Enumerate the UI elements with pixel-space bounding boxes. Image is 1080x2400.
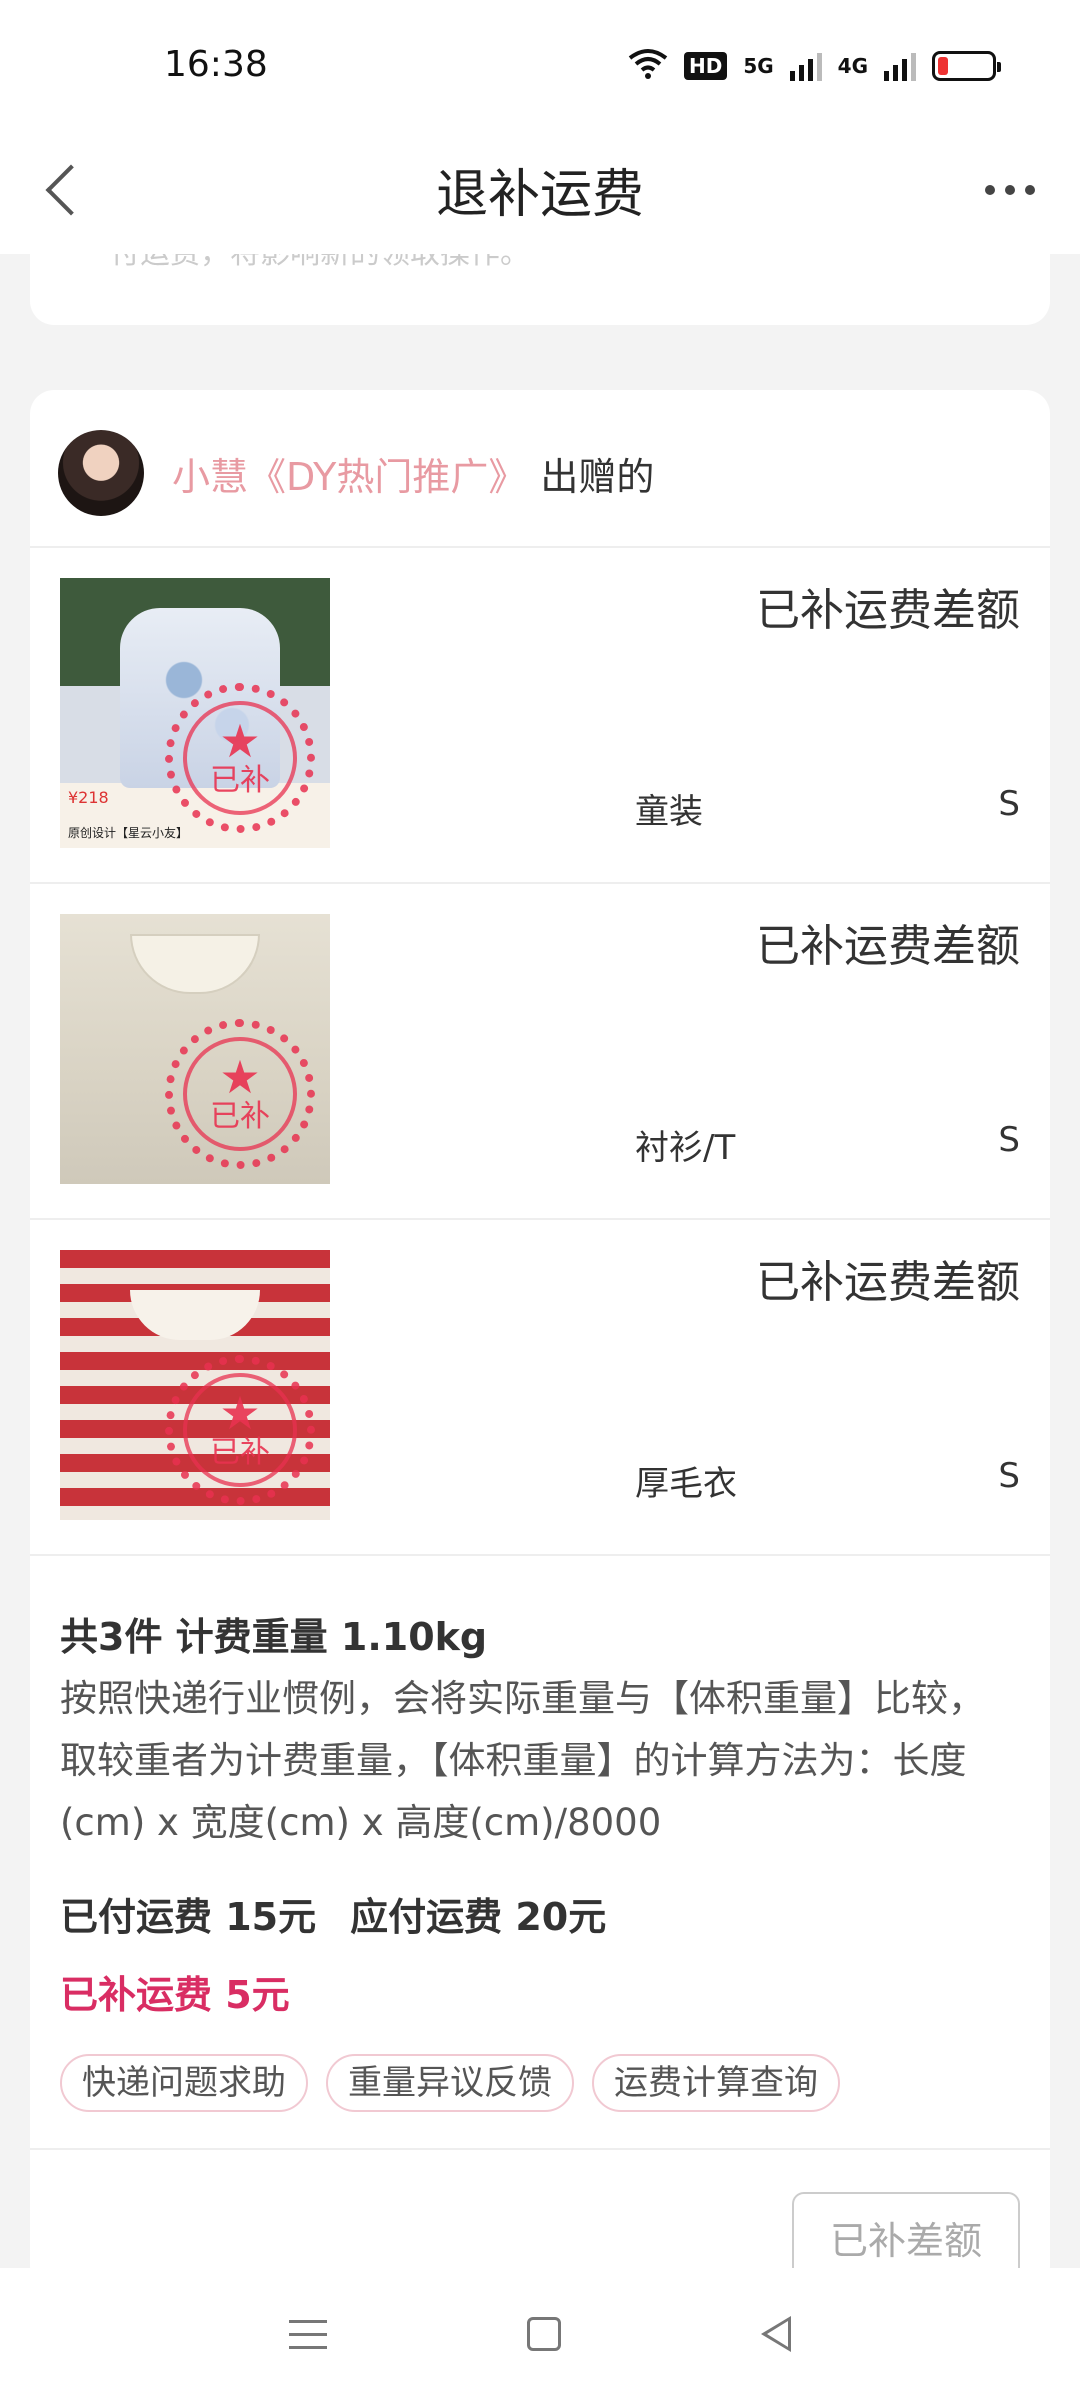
status-bar: 16:38 HD 5G 4G [0, 0, 1080, 130]
item-status: 已补运费差额 [756, 585, 1020, 636]
fee-calc-chip[interactable]: 运费计算查询 [592, 2054, 840, 2112]
refund-fee: 已补运费 5元 [60, 1973, 290, 2017]
stamp-icon: ★ 已补 [165, 683, 315, 833]
item-size: S [998, 1456, 1020, 1496]
thumb-price: ¥218 [68, 788, 109, 807]
giver-name-text: 小慧《DY热门推广》 [172, 455, 527, 499]
stamp-icon: ★ 已补 [165, 1355, 315, 1505]
product-image: ¥218 原创设计【星云小友】 ★ 已补 [60, 578, 330, 848]
hd-voice-icon: HD [683, 52, 728, 80]
thumb-caption: 原创设计【星云小友】 [68, 826, 189, 840]
app-header: 退补运费 [0, 130, 1080, 254]
fee-summary: 共3件 计费重量 1.10kg 按照快递行业惯例，会将实际重量与【体积重量】比较… [30, 1556, 1050, 2150]
status-time: 16:38 [164, 44, 268, 85]
product-image: ★ 已补 [60, 1250, 330, 1520]
giver-suffix: 出赠的 [540, 455, 655, 499]
back-triangle-icon[interactable] [761, 2316, 791, 2352]
status-icons: HD 5G 4G [628, 46, 1001, 86]
item-status: 已补运费差额 [756, 921, 1020, 972]
network-4g-label: 4G [837, 54, 868, 78]
more-dots-icon [985, 185, 995, 195]
wifi-icon [628, 48, 668, 84]
item-category: 童装 [635, 792, 703, 832]
product-image: ★ 已补 [60, 914, 330, 1184]
list-item[interactable]: ★ 已补 已补运费差额 厚毛衣 S [30, 1220, 1050, 1556]
item-size: S [998, 784, 1020, 824]
stamp-icon: ★ 已补 [165, 1019, 315, 1169]
weight-dispute-chip[interactable]: 重量异议反馈 [326, 2054, 574, 2112]
giver-name[interactable]: 小慧《DY热门推广》 出赠的 [172, 446, 654, 501]
giver-row: 小慧《DY热门推广》 出赠的 [30, 390, 1050, 548]
paid-fee: 已付运费 15元 [60, 1895, 317, 1939]
menu-icon[interactable] [289, 2319, 327, 2349]
shipping-card: 小慧《DY热门推广》 出赠的 ¥218 原创设计【星云小友】 ★ 已补 已补运费差… [30, 390, 1050, 2290]
page-title: 退补运费 [435, 165, 644, 225]
home-icon[interactable] [527, 2317, 561, 2351]
item-size: S [998, 1120, 1020, 1160]
item-category: 衬衫/T [635, 1128, 736, 1168]
more-options-button[interactable] [970, 160, 1050, 220]
battery-icon [932, 51, 1001, 81]
item-category: 厚毛衣 [635, 1464, 737, 1504]
due-fee: 应付运费 20元 [350, 1895, 607, 1939]
help-chips: 快递问题求助 重量异议反馈 运费计算查询 [60, 2054, 840, 2112]
fee-line: 已付运费 15元 应付运费 20元 [60, 1886, 606, 1941]
list-item[interactable]: ¥218 原创设计【星云小友】 ★ 已补 已补运费差额 童装 S [30, 548, 1050, 884]
courier-help-chip[interactable]: 快递问题求助 [60, 2054, 308, 2112]
network-5g-label: 5G [743, 54, 774, 78]
weight-explanation: 按照快递行业惯例，会将实际重量与【体积重量】比较，取较重者为计费重量，【体积重量… [60, 1677, 985, 1844]
signal-4g-icon [884, 51, 916, 81]
weight-summary: 共3件 计费重量 1.10kg [60, 1615, 488, 1659]
avatar[interactable] [58, 430, 144, 516]
list-item[interactable]: ★ 已补 已补运费差额 衬衫/T S [30, 884, 1050, 1220]
item-status: 已补运费差额 [756, 1257, 1020, 1308]
system-nav-bar [0, 2268, 1080, 2400]
signal-5g-icon [789, 51, 822, 81]
